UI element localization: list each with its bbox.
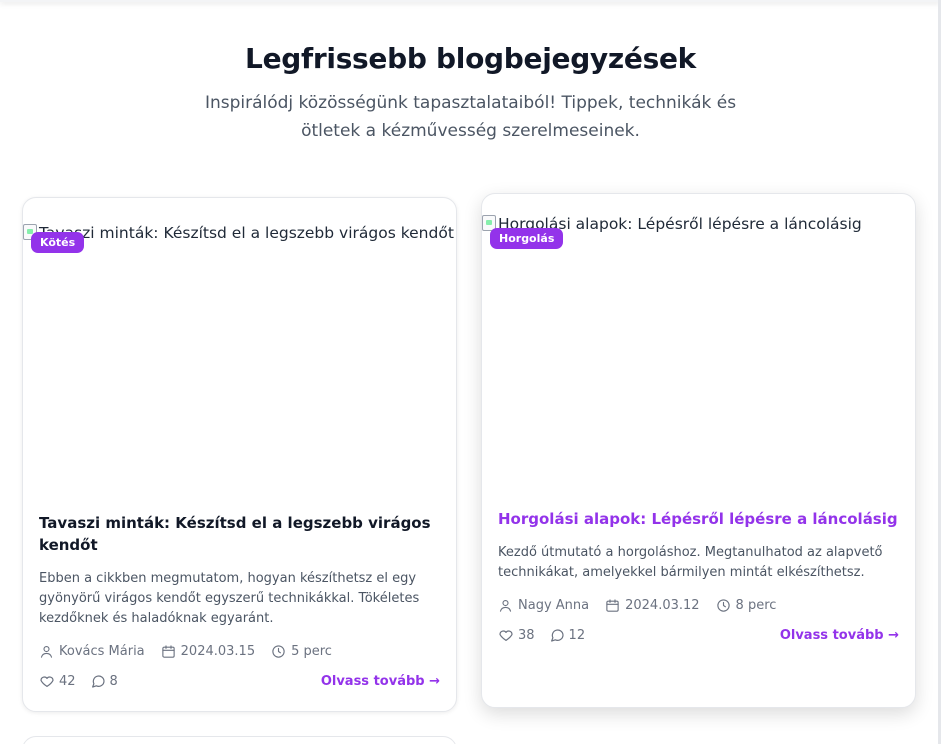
comment-icon — [550, 629, 564, 642]
clock-icon — [716, 599, 730, 612]
section-header: Legfrissebb blogbejegyzések Inspirálódj … — [0, 42, 941, 145]
date: 2024.03.15 — [161, 644, 255, 659]
card-body: Horgolási alapok: Lépésről lépésre a lán… — [482, 508, 915, 643]
read-time-text: 5 perc — [291, 644, 332, 659]
calendar-icon — [161, 645, 175, 658]
read-time: 5 perc — [271, 644, 332, 659]
clock-icon — [272, 645, 285, 658]
read-time-text: 8 perc — [735, 598, 777, 613]
post-meta: Nagy Anna 2024.03.12 8 perc — [498, 598, 899, 613]
post-meta: Kovács Mária 2024.03.15 5 perc — [39, 644, 440, 659]
read-more-link[interactable]: Olvass tovább → — [780, 628, 899, 643]
category-badge[interactable]: Kötés — [31, 232, 85, 253]
author-name: Kovács Mária — [59, 644, 145, 659]
card-footer: 38 12 Olvass tovább → — [498, 627, 899, 643]
post-image[interactable]: Horgolási alapok: Lépésről lépésre a lán… — [482, 194, 915, 494]
date-text: 2024.03.12 — [625, 598, 700, 613]
like-count: 38 — [518, 627, 535, 643]
author: Kovács Mária — [39, 644, 145, 659]
author: Nagy Anna — [498, 598, 589, 613]
post-stats: 42 8 — [39, 673, 132, 689]
comment-icon — [91, 675, 105, 688]
post-stats: 38 12 — [498, 627, 599, 643]
like-count: 42 — [59, 673, 76, 689]
comment-count: 12 — [568, 627, 586, 643]
card-body: Tavaszi minták: Készítsd el a legszebb v… — [23, 512, 456, 689]
image-alt-text: Tavaszi minták: Készítsd el a legszebb v… — [23, 224, 454, 242]
card-footer: 42 8 Olvass tovább → — [39, 673, 440, 689]
heart-icon — [499, 630, 513, 641]
calendar-icon — [606, 599, 619, 612]
top-navbar-edge — [0, 0, 941, 2]
heart-icon — [40, 676, 54, 687]
image-alt-label: Tavaszi minták: Készítsd el a legszebb v… — [39, 224, 454, 242]
author-name: Nagy Anna — [518, 598, 590, 613]
user-icon — [40, 645, 53, 658]
blog-card[interactable]: Horgolási alapok: Lépésről lépésre a lán… — [481, 193, 916, 708]
like-button[interactable]: 38 — [498, 627, 535, 643]
blog-card-partial[interactable] — [22, 736, 457, 744]
date-text: 2024.03.15 — [180, 644, 256, 659]
section-title: Legfrissebb blogbejegyzések — [245, 42, 696, 75]
category-badge[interactable]: Horgolás — [490, 228, 564, 249]
post-excerpt: Kezdő útmutató a horgoláshoz. Megtanulha… — [498, 545, 883, 580]
post-title[interactable]: Horgolási alapok: Lépésről lépésre a lán… — [498, 508, 899, 530]
read-time: 8 perc — [716, 598, 777, 613]
read-more-link[interactable]: Olvass tovább → — [321, 674, 440, 689]
date: 2024.03.12 — [605, 598, 700, 613]
post-excerpt: Ebben a cikkben megmutatom, hogyan készí… — [39, 571, 420, 626]
comment-count: 8 — [109, 673, 118, 689]
user-icon — [499, 599, 512, 612]
like-button[interactable]: 42 — [39, 673, 76, 689]
blog-card[interactable]: Tavaszi minták: Készítsd el a legszebb v… — [22, 197, 457, 712]
section-subtitle: Inspirálódj közösségünk tapasztalataiból… — [204, 93, 737, 141]
comment-button[interactable]: 12 — [549, 627, 586, 643]
comment-button[interactable]: 8 — [90, 673, 118, 689]
post-title[interactable]: Tavaszi minták: Készítsd el a legszebb v… — [39, 512, 440, 556]
post-image[interactable]: Tavaszi minták: Készítsd el a legszebb v… — [23, 198, 456, 498]
